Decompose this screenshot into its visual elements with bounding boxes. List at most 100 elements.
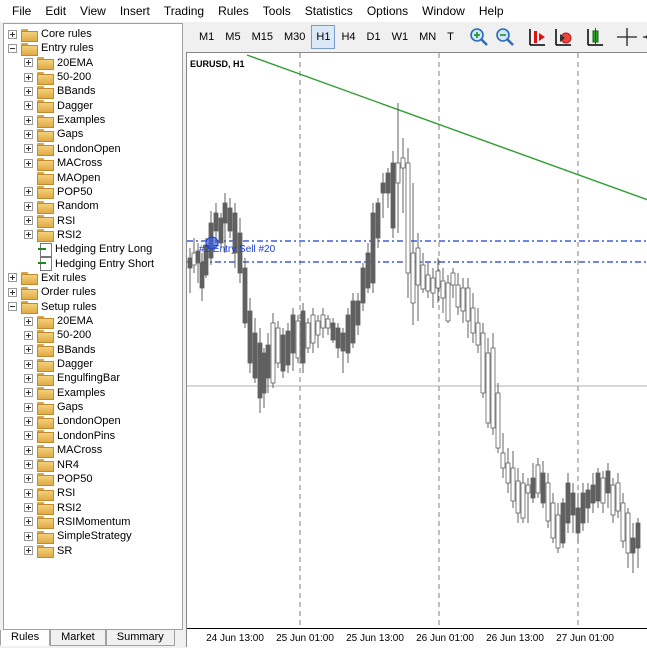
menu-edit[interactable]: Edit (39, 0, 74, 22)
tree-item[interactable]: Hedging Entry Long (24, 242, 152, 257)
menu-rules[interactable]: Rules (212, 0, 257, 22)
tree-item[interactable]: BBands (24, 84, 96, 99)
timeframe-dropdown[interactable]: T ▾ (442, 25, 459, 65)
menu-window[interactable]: Window (416, 0, 473, 22)
trendline[interactable] (246, 54, 647, 201)
expand-icon[interactable] (24, 230, 33, 240)
expand-icon[interactable] (24, 58, 33, 68)
menu-trading[interactable]: Trading (158, 0, 212, 22)
timeframe-d1-button[interactable]: D1 (362, 25, 386, 49)
tree-item[interactable]: Core rules (8, 27, 92, 42)
timeframe-m15-button[interactable]: M15 (247, 25, 278, 49)
expand-icon[interactable] (24, 474, 33, 484)
timeframe-h1-button[interactable]: H1 (311, 25, 336, 49)
expand-icon[interactable] (24, 445, 33, 455)
expand-icon[interactable] (24, 345, 33, 355)
expand-icon[interactable] (8, 29, 17, 39)
tree-item[interactable]: MAOpen (24, 171, 100, 185)
menu-insert[interactable]: Insert (114, 0, 158, 22)
rules-tree[interactable]: Core rules Entry rules 20EMA 50-200 BBands Da… (3, 23, 183, 630)
menu-view[interactable]: View (74, 0, 114, 22)
tree-item[interactable]: Order rules (8, 285, 96, 300)
period-separator-icon[interactable] (642, 26, 647, 48)
tree-item[interactable]: MACross (24, 443, 102, 458)
tree-item[interactable]: NR4 (24, 458, 79, 472)
expand-icon[interactable] (24, 460, 33, 469)
tree-item[interactable]: MACross (24, 156, 102, 171)
expand-icon[interactable] (24, 316, 33, 326)
expand-icon[interactable] (24, 488, 33, 498)
tree-item[interactable]: RSIMomentum (24, 515, 130, 530)
timeframe-m30-button[interactable]: M30 (279, 25, 310, 49)
expand-icon[interactable] (24, 503, 33, 513)
candlestick-chart[interactable]: #2 Entry Sell #20 (187, 53, 647, 628)
expand-icon[interactable] (24, 216, 33, 226)
menu-file[interactable]: File (0, 0, 39, 22)
tree-item[interactable]: Dagger (24, 357, 93, 372)
tree-item[interactable]: Entry rules (8, 41, 94, 56)
tree-item[interactable]: Random (24, 199, 99, 214)
menu-tools[interactable]: Tools (257, 0, 299, 22)
tree-item[interactable]: RSI2 (24, 501, 81, 516)
expand-icon[interactable] (24, 86, 33, 96)
expand-icon[interactable] (24, 144, 33, 154)
expand-icon[interactable] (24, 531, 33, 541)
tree-item[interactable]: BBands (24, 343, 96, 358)
tree-item[interactable]: Examples (24, 113, 105, 128)
collapse-icon[interactable] (8, 43, 17, 53)
tree-item[interactable]: Exit rules (8, 271, 86, 286)
expand-icon[interactable] (24, 129, 33, 139)
expand-icon[interactable] (24, 115, 33, 125)
tree-item[interactable]: POP50 (24, 185, 92, 200)
expand-icon[interactable] (24, 359, 33, 369)
zoom-in-icon[interactable] (468, 26, 490, 48)
tree-item[interactable]: 20EMA (24, 314, 93, 329)
tree-item[interactable]: SR (24, 544, 72, 559)
tree-item[interactable]: Gaps (24, 400, 83, 415)
expand-icon[interactable] (8, 287, 17, 297)
expand-icon[interactable] (24, 546, 33, 556)
tab-market[interactable]: Market (50, 630, 106, 646)
tree-item[interactable]: RSI (24, 486, 75, 501)
tree-item[interactable]: RSI2 (24, 228, 81, 243)
timeframe-h4-button[interactable]: H4 (336, 25, 360, 49)
expand-icon[interactable] (24, 416, 33, 426)
expand-icon[interactable] (24, 201, 33, 211)
expand-icon[interactable] (24, 388, 33, 398)
timeframe-m1-button[interactable]: M1 (194, 25, 219, 49)
menu-statistics[interactable]: Statistics (299, 0, 361, 22)
tree-item[interactable]: LondonPins (24, 429, 115, 444)
line-chart-icon[interactable] (584, 26, 606, 48)
expand-icon[interactable] (24, 517, 33, 527)
tree-item[interactable]: Dagger (24, 99, 93, 114)
tree-item[interactable]: Examples (24, 386, 105, 401)
expand-icon[interactable] (24, 330, 33, 340)
menu-options[interactable]: Options (361, 0, 416, 22)
collapse-icon[interactable] (8, 302, 17, 312)
tree-item[interactable]: Hedging Entry Short (24, 257, 154, 272)
timeframe-mn-button[interactable]: MN (414, 25, 441, 49)
expand-icon[interactable] (24, 101, 33, 111)
tree-item[interactable]: 20EMA (24, 56, 93, 71)
timeframe-m5-button[interactable]: M5 (220, 25, 245, 49)
tree-item[interactable]: Setup rules (8, 300, 97, 315)
tree-item[interactable]: EngulfingBar (24, 371, 120, 386)
crosshair-icon[interactable] (616, 26, 638, 48)
timeframe-w1-button[interactable]: W1 (387, 25, 414, 49)
tree-item[interactable]: 50-200 (24, 70, 91, 85)
tab-summary[interactable]: Summary (105, 630, 175, 646)
tree-item[interactable]: RSI (24, 214, 75, 229)
candle-chart-icon[interactable] (552, 26, 574, 48)
menu-help[interactable]: Help (473, 0, 512, 22)
expand-icon[interactable] (24, 373, 33, 383)
tab-rules[interactable]: Rules (0, 630, 51, 646)
tree-item[interactable]: LondonOpen (24, 142, 121, 157)
tree-item[interactable]: POP50 (24, 472, 92, 487)
tree-item[interactable]: LondonOpen (24, 414, 121, 429)
expand-icon[interactable] (24, 402, 33, 412)
bar-chart-icon[interactable] (526, 26, 548, 48)
expand-icon[interactable] (24, 187, 33, 197)
expand-icon[interactable] (24, 158, 33, 168)
expand-icon[interactable] (24, 72, 33, 82)
chart-area[interactable]: #2 Entry Sell #20 EURUSD, H1 24 Jun 13:0… (186, 52, 647, 648)
